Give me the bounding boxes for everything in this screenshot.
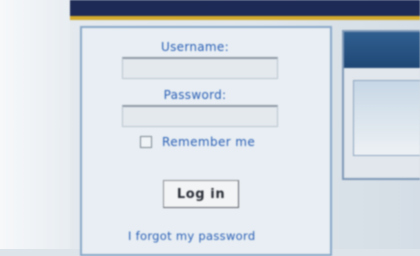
top-banner-stripe [70, 16, 420, 20]
forgot-password-link[interactable]: I forgot my password [128, 229, 255, 243]
username-label: Username: [161, 40, 229, 54]
remember-me-checkbox[interactable] [140, 136, 152, 148]
remember-me-row[interactable]: Remember me [140, 135, 255, 149]
top-banner [70, 0, 420, 16]
username-field[interactable] [122, 57, 278, 79]
remember-me-label: Remember me [162, 135, 256, 149]
side-panel-header [344, 32, 420, 68]
password-field[interactable] [122, 105, 278, 127]
screen-bezel-edge [0, 0, 70, 249]
password-label: Password: [163, 88, 227, 102]
log-in-button[interactable]: Log in [163, 180, 239, 208]
side-panel-content-box [353, 80, 420, 156]
